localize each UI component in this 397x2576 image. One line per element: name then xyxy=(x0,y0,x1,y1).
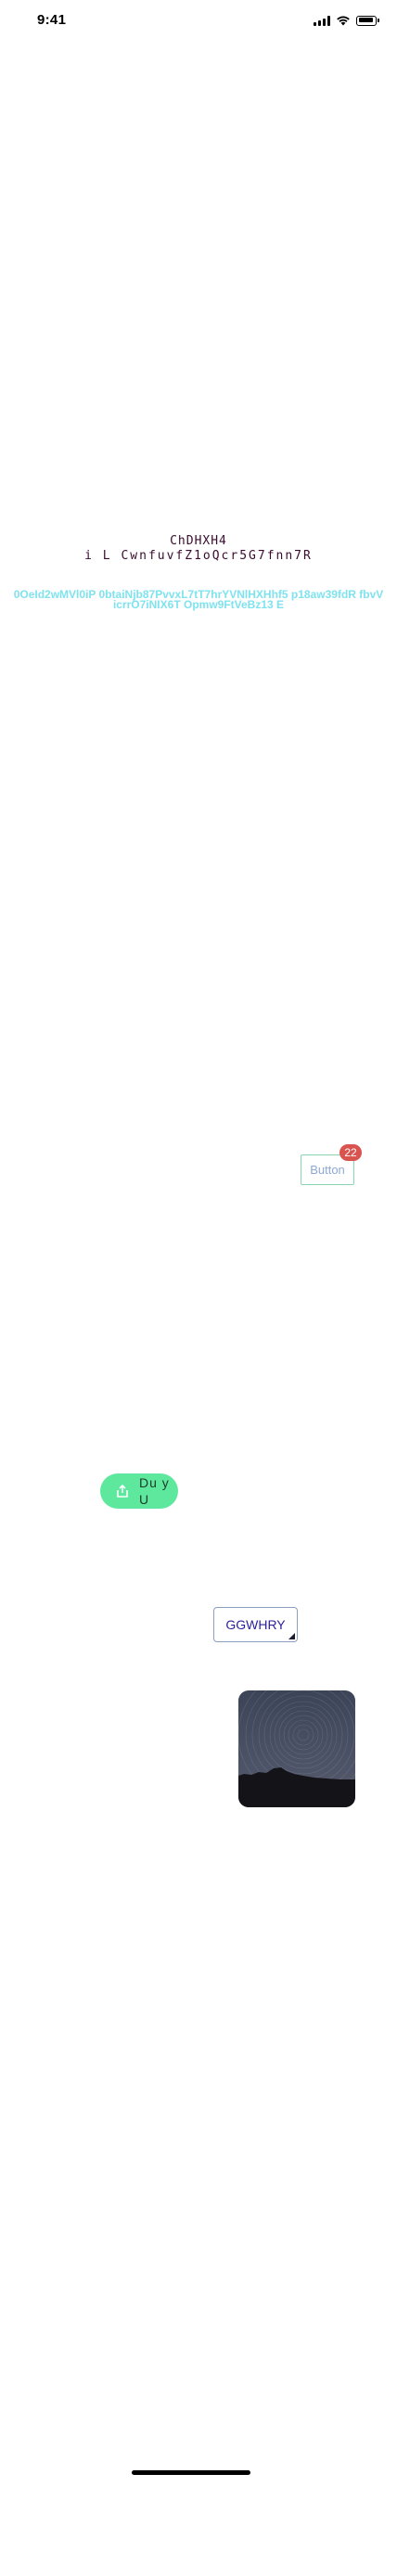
home-indicator[interactable] xyxy=(132,2470,250,2475)
wifi-icon xyxy=(337,16,350,26)
cyan-text-block: 0OeId2wMVl0iP 0btaiNjb87PvvxL7tT7hrYVNlH… xyxy=(13,588,384,611)
status-icons xyxy=(314,15,379,26)
mono-text-line-1: ChDHXH4 xyxy=(170,534,227,548)
battery-icon xyxy=(356,15,379,26)
mono-text-line-2: i L CwnfuvfZ1oQcr5G7fnn7R xyxy=(84,549,313,563)
status-time: 9:41 xyxy=(37,12,67,28)
corner-button[interactable]: GGWHRY xyxy=(213,1607,298,1642)
badge-button-label: Button xyxy=(310,1163,345,1177)
pill-button-label: Du y U xyxy=(139,1475,170,1507)
share-pill-button[interactable]: Du y U xyxy=(100,1473,178,1509)
signal-icon xyxy=(314,15,330,26)
notification-badge: 22 xyxy=(339,1144,362,1161)
corner-button-label: GGWHRY xyxy=(225,1617,286,1632)
resize-corner-icon xyxy=(288,1633,295,1639)
star-trails-photo xyxy=(238,1690,355,1807)
share-icon xyxy=(117,1484,128,1498)
status-bar: 9:41 xyxy=(0,0,397,41)
